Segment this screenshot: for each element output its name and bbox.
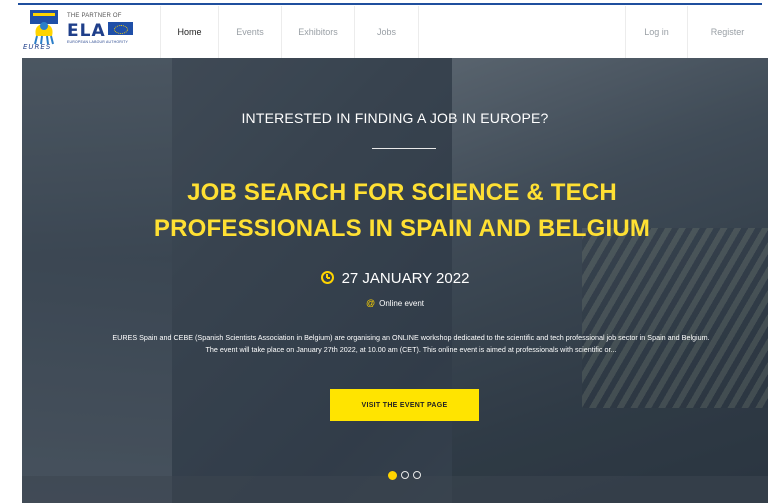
at-icon: @ — [365, 298, 376, 308]
event-date: 27 JANUARY 2022 — [22, 270, 768, 287]
top-accent-line — [0, 0, 768, 5]
hero-carousel-slide: INTERESTED IN FINDING A JOB IN EUROPE? J… — [22, 58, 768, 503]
hero-title-line2: PROFESSIONALS IN SPAIN AND BELGIUM — [153, 215, 651, 242]
event-venue: @ Online event — [22, 298, 768, 308]
event-venue-text: Online event — [379, 299, 425, 308]
nav-exhibitors[interactable]: Exhibitors — [281, 6, 354, 58]
hero-divider — [372, 148, 436, 149]
visit-event-page-button[interactable]: VISIT THE EVENT PAGE — [330, 389, 479, 421]
event-date-text: 27 JANUARY 2022 — [341, 270, 470, 287]
hero-bottom-strip — [22, 476, 768, 503]
hero-title-line1: JOB SEARCH FOR SCIENCE & TECH — [187, 179, 617, 206]
carousel-indicators — [388, 471, 421, 480]
ela-wordmark: ELA — [67, 21, 106, 41]
ela-subtitle: EUROPEAN LABOUR AUTHORITY — [67, 40, 129, 44]
nav-register[interactable]: Register — [687, 6, 767, 58]
nav-events[interactable]: Events — [218, 6, 281, 58]
carousel-dot-2[interactable] — [401, 471, 409, 479]
nav-jobs[interactable]: Jobs — [354, 6, 419, 58]
clock-icon — [320, 271, 334, 284]
hero-kicker: INTERESTED IN FINDING A JOB IN EUROPE? — [241, 110, 549, 126]
nav-home[interactable]: Home — [160, 6, 218, 58]
nav-login[interactable]: Log in — [625, 6, 687, 58]
eures-wordmark: EURES — [23, 43, 52, 51]
site-header: EURES THE PARTNER OF ELA EUROPEAN LABOUR… — [22, 6, 768, 58]
accent-bar — [18, 3, 762, 5]
ela-logo-icon — [108, 22, 133, 35]
carousel-dot-1[interactable] — [388, 471, 397, 480]
carousel-dot-3[interactable] — [413, 471, 421, 479]
partner-label: THE PARTNER OF — [67, 13, 122, 19]
hero-title: JOB SEARCH FOR SCIENCE & TECH PROFESSION… — [112, 175, 692, 247]
brand-logo[interactable]: EURES THE PARTNER OF ELA EUROPEAN LABOUR… — [22, 8, 150, 56]
event-description: EURES Spain and CEBE (Spanish Scientists… — [112, 333, 710, 354]
